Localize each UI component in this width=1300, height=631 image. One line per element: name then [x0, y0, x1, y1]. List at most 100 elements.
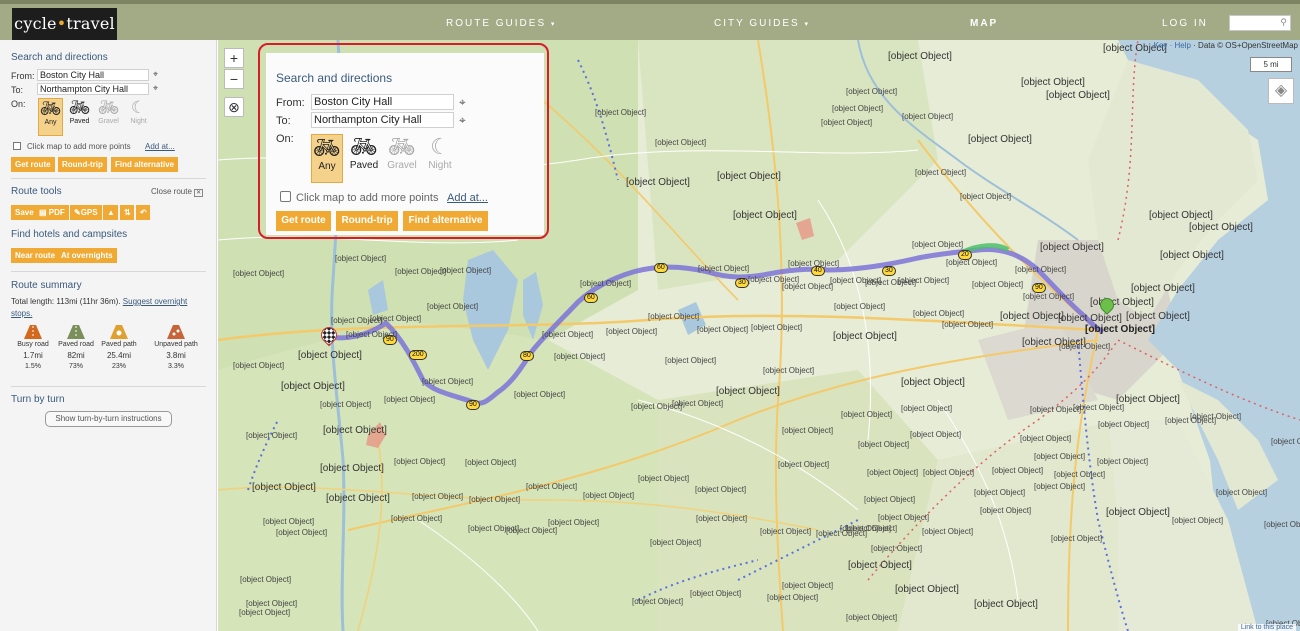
place-label: [object Object]: [832, 104, 884, 113]
stops-link[interactable]: stops.: [11, 309, 32, 318]
place-label: [object Object]: [1034, 452, 1086, 461]
place-label: [object Object]: [263, 517, 315, 526]
pdf-label: PDF: [48, 208, 65, 217]
mode-paved-button[interactable]: 🚲︎ Paved: [67, 98, 92, 136]
zoom-in-button[interactable]: +: [224, 48, 244, 68]
nav-route-guides[interactable]: ROUTE GUIDES ▾: [446, 8, 554, 40]
save-button[interactable]: Save: [11, 205, 38, 220]
printer-icon: ▤: [39, 208, 47, 217]
place-label: [object Object]: [1000, 311, 1064, 322]
route-shield: 30: [882, 266, 896, 276]
moon-icon: ☾: [130, 98, 147, 117]
place-label: [object Object]: [246, 431, 298, 440]
place-label: [object Object]: [1040, 242, 1104, 253]
attribution-text: · Data © OS+OpenStreetMap: [1193, 41, 1298, 50]
place-label: [object Object]: [346, 330, 398, 339]
site-logo[interactable]: cycle•travel: [12, 8, 117, 40]
key-link[interactable]: Key: [1154, 41, 1168, 50]
place-label: [object Object]: [915, 168, 967, 177]
nav-city-guides-label: CITY GUIDES: [714, 18, 800, 29]
place-label: [object Object]: [717, 171, 781, 182]
clear-route-icon[interactable]: ⊗: [224, 97, 244, 117]
mode-paved-label: Paved: [69, 118, 90, 125]
place-label: [object Object]: [1073, 403, 1125, 412]
place-label: [object Object]: [698, 264, 750, 273]
nav-city-guides[interactable]: CITY GUIDES ▾: [714, 8, 808, 40]
from-field[interactable]: Boston City Hall: [37, 69, 149, 81]
near-route-button[interactable]: Near route: [11, 248, 60, 263]
summary-miles: 1.7mi: [23, 351, 43, 360]
place-label: [object Object]: [834, 302, 886, 311]
place-label: [object Object]: [980, 506, 1032, 515]
place-label: [object Object]: [427, 302, 479, 311]
undo-button[interactable]: ↶: [136, 205, 150, 220]
paved-path-icon: [110, 325, 128, 339]
place-label: [object Object]: [1131, 283, 1195, 294]
place-label: [object Object]: [665, 356, 717, 365]
round-trip-button[interactable]: Round-trip: [58, 157, 107, 172]
place-label: [object Object]: [281, 381, 345, 392]
search-icon[interactable]: ⚲: [1280, 17, 1287, 28]
place-label: [object Object]: [233, 269, 285, 278]
gps-button[interactable]: ✎GPS: [70, 205, 102, 220]
crosshair-icon[interactable]: ⌖: [153, 83, 158, 94]
place-label: [object Object]: [1015, 265, 1067, 274]
add-at-link[interactable]: Add at...: [145, 142, 175, 151]
to-field[interactable]: Northampton City Hall: [37, 83, 149, 95]
layers-icon[interactable]: ◈: [1268, 78, 1294, 104]
place-label: [object Object]: [972, 280, 1024, 289]
click-map-text: Click map to add more points: [27, 142, 131, 151]
show-turn-by-turn-button[interactable]: Show turn-by-turn instructions: [45, 411, 172, 427]
place-label: [object Object]: [526, 482, 578, 491]
crosshair-icon[interactable]: ⌖: [153, 69, 158, 80]
place-label: [object Object]: [696, 514, 748, 523]
place-label: [object Object]: [320, 463, 384, 474]
link-to-place[interactable]: Link to this place: [1237, 624, 1296, 631]
place-label: [object Object]: [252, 482, 316, 493]
help-link[interactable]: Help: [1174, 41, 1190, 50]
summary-pct: 73%: [68, 363, 83, 370]
place-label: [object Object]: [233, 361, 285, 370]
place-label: [object Object]: [468, 524, 520, 533]
place-label: [object Object]: [946, 258, 998, 267]
nav-map[interactable]: MAP: [970, 8, 998, 40]
place-label: [object Object]: [912, 240, 964, 249]
logo-text-left: cycle: [14, 14, 57, 33]
close-route-link[interactable]: Close route ✕: [151, 187, 204, 197]
zoom-out-button[interactable]: −: [224, 69, 244, 89]
paved-road-icon: [67, 325, 85, 339]
summary-paved-path: Paved path 25.4mi 23%: [98, 325, 140, 370]
site-search-input[interactable]: ⚲: [1229, 15, 1291, 31]
place-label: [object Object]: [1059, 342, 1111, 351]
place-label: [object Object]: [326, 493, 390, 504]
mode-night-button[interactable]: ☾ Night: [126, 98, 151, 136]
find-alternative-button[interactable]: Find alternative: [111, 157, 179, 172]
click-map-checkbox[interactable]: [13, 142, 21, 150]
place-label: [object Object]: [246, 599, 298, 608]
elevation-button[interactable]: ▲: [103, 205, 118, 220]
pdf-button[interactable]: ▤ PDF: [35, 205, 69, 220]
place-label: [object Object]: [1046, 90, 1110, 101]
bicycle-icon: 🚲︎: [39, 99, 62, 118]
place-label: [object Object]: [841, 410, 893, 419]
suggest-overnight-link[interactable]: Suggest overnight: [123, 297, 188, 306]
hotels-heading: Find hotels and campsites: [11, 229, 128, 240]
mode-night-label: Night: [130, 118, 147, 125]
reverse-button[interactable]: ⇅: [120, 205, 134, 220]
place-label: [object Object]: [422, 377, 474, 386]
nav-login[interactable]: LOG IN: [1162, 8, 1208, 40]
place-label: [object Object]: [1097, 457, 1149, 466]
place-label: [object Object]: [395, 267, 447, 276]
place-label: [object Object]: [922, 527, 974, 536]
place-label: [object Object]: [974, 488, 1026, 497]
place-label: [object Object]: [901, 377, 965, 388]
at-overnights-button[interactable]: At overnights: [57, 248, 117, 263]
place-label: [object Object]: [833, 331, 897, 342]
mode-gravel-button[interactable]: 🚲︎ Gravel: [96, 98, 121, 136]
get-route-button[interactable]: Get route: [11, 157, 55, 172]
summary-unpaved-path: Unpaved path 3.8mi 3.3%: [153, 325, 199, 370]
mode-any-button[interactable]: 🚲︎ Any: [38, 98, 63, 136]
place-label: [object Object]: [1189, 222, 1253, 233]
place-label: [object Object]: [606, 327, 658, 336]
mountain-icon: ▲: [107, 208, 115, 217]
